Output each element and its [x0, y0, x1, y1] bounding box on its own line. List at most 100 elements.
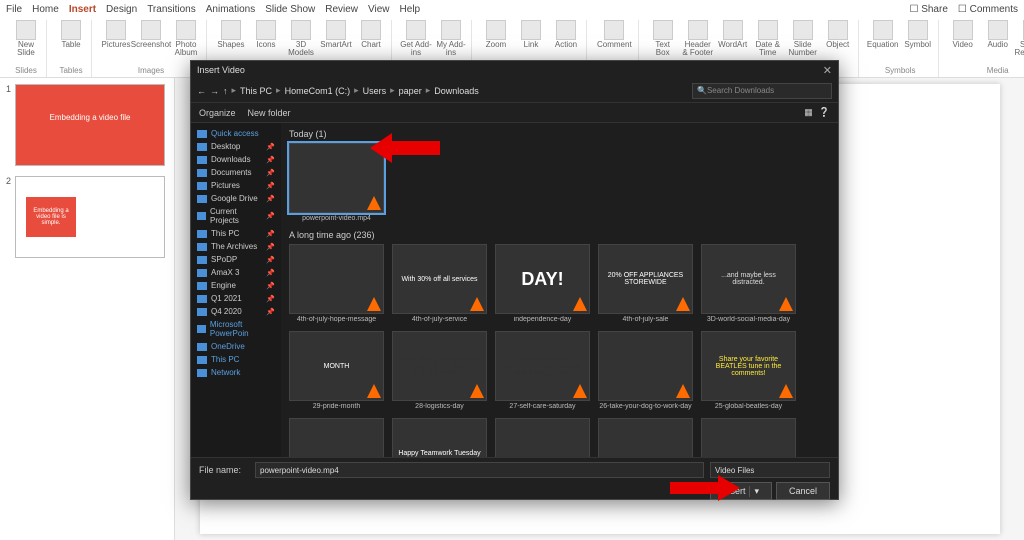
ribbon-symbol[interactable]: Symbol: [902, 20, 934, 49]
file-item[interactable]: powerpoint-video.mp4: [289, 143, 384, 222]
slide-thumb-2[interactable]: 2 Embedding a video file is simple.: [6, 176, 168, 258]
close-icon[interactable]: ✕: [823, 64, 832, 77]
forward-icon[interactable]: →: [210, 86, 219, 96]
ribbon-text-box[interactable]: TextBox: [647, 20, 679, 57]
tab-slideshow[interactable]: Slide Show: [265, 4, 315, 15]
ribbon-my-add-ins[interactable]: My Add-ins: [435, 20, 467, 57]
nav-item[interactable]: Microsoft PowerPoin: [191, 318, 281, 340]
tab-file[interactable]: File: [6, 4, 22, 15]
nav-item[interactable]: Downloads📌: [191, 153, 281, 166]
breadcrumb[interactable]: paper: [399, 86, 422, 96]
nav-item[interactable]: Google Drive📌: [191, 192, 281, 205]
file-item[interactable]: Happy Teamwork Tuesday: [392, 418, 487, 457]
nav-item[interactable]: Pictures📌: [191, 179, 281, 192]
ribbon-video[interactable]: Video: [947, 20, 979, 49]
tab-design[interactable]: Design: [106, 4, 137, 15]
nav-item[interactable]: This PC: [191, 353, 281, 366]
nav-item[interactable]: This PC📌: [191, 227, 281, 240]
file-item[interactable]: [598, 418, 693, 457]
slide-thumb-1[interactable]: 1 Embedding a video file: [6, 84, 168, 166]
nav-item[interactable]: Q4 2020📌: [191, 305, 281, 318]
ribbon-icon: [688, 20, 708, 40]
ribbon-screenshot[interactable]: Screenshot: [135, 20, 167, 49]
pin-icon: 📌: [266, 169, 275, 177]
organize-button[interactable]: Organize: [199, 108, 236, 118]
file-item[interactable]: 4th-of-july-hope-message: [289, 244, 384, 323]
ribbon-link[interactable]: Link: [515, 20, 547, 49]
nav-item[interactable]: Network: [191, 366, 281, 379]
file-item[interactable]: MONTH29-pride-month: [289, 331, 384, 410]
nav-item[interactable]: Engine📌: [191, 279, 281, 292]
file-item[interactable]: 20% OFF APPLIANCES STOREWIDE4th-of-july-…: [598, 244, 693, 323]
file-caption: 26-take-your-dog-to-work-day: [598, 403, 693, 410]
file-item[interactable]: ...and maybe less distracted.3D-world-so…: [701, 244, 796, 323]
nav-item[interactable]: SPoDP📌: [191, 253, 281, 266]
nav-item[interactable]: OneDrive: [191, 340, 281, 353]
ribbon-pictures[interactable]: Pictures: [100, 20, 132, 49]
nav-item[interactable]: Desktop📌: [191, 140, 281, 153]
back-icon[interactable]: ←: [197, 86, 206, 96]
breadcrumb[interactable]: HomeCom1 (C:): [285, 86, 351, 96]
newfolder-button[interactable]: New folder: [248, 108, 291, 118]
file-item[interactable]: [289, 418, 384, 457]
insert-button[interactable]: Insert▾: [710, 482, 772, 500]
breadcrumb[interactable]: Users: [363, 86, 387, 96]
ribbon-action[interactable]: Action: [550, 20, 582, 49]
tab-transitions[interactable]: Transitions: [147, 4, 196, 15]
filetype-select[interactable]: Video Files: [710, 462, 830, 478]
ribbon-equation[interactable]: Equation: [867, 20, 899, 49]
share-button[interactable]: ☐ Share: [909, 4, 947, 15]
file-item[interactable]: Treat yourself on #SELFCARESATURDAY with…: [495, 331, 590, 410]
cancel-button[interactable]: Cancel: [776, 482, 830, 500]
ribbon-screen-recording[interactable]: ScreenRecording: [1017, 20, 1024, 57]
ribbon-audio[interactable]: Audio: [982, 20, 1014, 49]
ribbon-new-slide[interactable]: NewSlide: [10, 20, 42, 57]
nav-item[interactable]: Current Projects📌: [191, 205, 281, 227]
ribbon-3d-models[interactable]: 3DModels: [285, 20, 317, 57]
ribbon-photo-album[interactable]: PhotoAlbum: [170, 20, 202, 57]
filename-input[interactable]: powerpoint-video.mp4: [255, 462, 704, 478]
thumbnail: Happy Teamwork Tuesday: [392, 418, 487, 457]
tab-review[interactable]: Review: [325, 4, 358, 15]
file-item[interactable]: [495, 418, 590, 457]
vlc-icon: [676, 384, 690, 398]
file-item[interactable]: DAY!independence-day: [495, 244, 590, 323]
ribbon-object[interactable]: Object: [822, 20, 854, 49]
nav-item[interactable]: Q1 2021📌: [191, 292, 281, 305]
ribbon-shapes[interactable]: Shapes: [215, 20, 247, 49]
ribbon-date-&-time[interactable]: Date &Time: [752, 20, 784, 57]
ribbon-get-add-ins[interactable]: Get Add-ins: [400, 20, 432, 57]
ribbon-wordart[interactable]: WordArt: [717, 20, 749, 49]
file-item[interactable]: With 30% off all services4th-of-july-ser…: [392, 244, 487, 323]
file-item[interactable]: 26-take-your-dog-to-work-day: [598, 331, 693, 410]
tab-insert[interactable]: Insert: [69, 4, 96, 15]
ribbon-table[interactable]: Table: [55, 20, 87, 49]
vlc-icon: [470, 297, 484, 311]
file-item[interactable]: Share your favorite BEATLES tune in the …: [701, 331, 796, 410]
ribbon-chart[interactable]: Chart: [355, 20, 387, 49]
search-input[interactable]: 🔍 Search Downloads: [692, 83, 832, 99]
file-item[interactable]: FROM PARCELS TO FOOD AND VEG. AND ELECTR…: [392, 331, 487, 410]
tab-help[interactable]: Help: [400, 4, 421, 15]
help-icon[interactable]: ❔: [819, 107, 830, 118]
comments-button[interactable]: ☐ Comments: [958, 4, 1018, 15]
ribbon-header-&-footer[interactable]: Header& Footer: [682, 20, 714, 57]
nav-item[interactable]: Quick access: [191, 127, 281, 140]
ribbon-slide-number[interactable]: SlideNumber: [787, 20, 819, 57]
nav-item[interactable]: AmaX 3📌: [191, 266, 281, 279]
ribbon-icons[interactable]: Icons: [250, 20, 282, 49]
ribbon-smartart[interactable]: SmartArt: [320, 20, 352, 49]
nav-item[interactable]: Documents📌: [191, 166, 281, 179]
view-icon[interactable]: ▦: [804, 107, 813, 118]
address-bar[interactable]: ← → ↑ ▸This PC ▸HomeCom1 (C:) ▸Users ▸pa…: [191, 79, 838, 103]
nav-item[interactable]: The Archives📌: [191, 240, 281, 253]
tab-home[interactable]: Home: [32, 4, 59, 15]
ribbon-zoom[interactable]: Zoom: [480, 20, 512, 49]
breadcrumb[interactable]: Downloads: [434, 86, 479, 96]
file-item[interactable]: [701, 418, 796, 457]
tab-view[interactable]: View: [368, 4, 390, 15]
tab-animations[interactable]: Animations: [206, 4, 255, 15]
breadcrumb[interactable]: This PC: [240, 86, 272, 96]
up-icon[interactable]: ↑: [223, 86, 228, 96]
ribbon-comment[interactable]: Comment: [598, 20, 630, 49]
